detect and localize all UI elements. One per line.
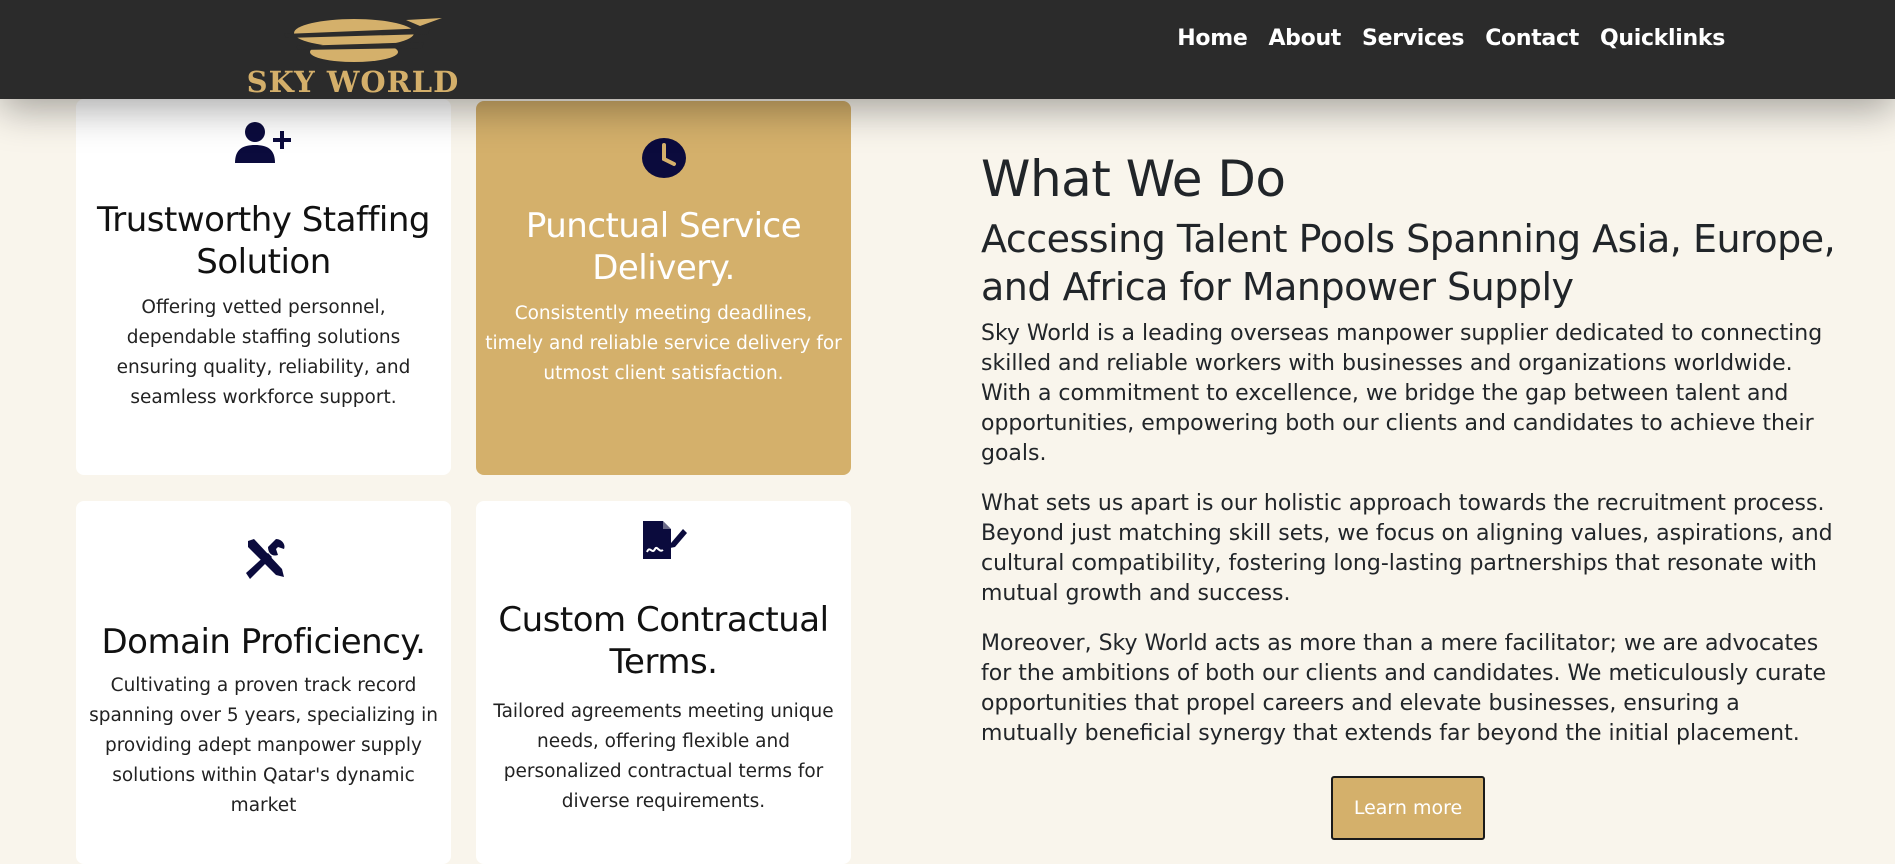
user-plus-icon [234, 122, 291, 163]
tools-icon [245, 539, 285, 579]
card-text: Cultivating a proven track record spanni… [89, 675, 438, 816]
section-subtitle: Accessing Talent Pools Spanning Asia, Eu… [981, 217, 1836, 309]
about-paragraph: What sets us apart is our holistic appro… [981, 491, 1833, 606]
nav-services[interactable]: Services [1362, 26, 1464, 51]
card-text: Tailored agreements meeting unique needs… [493, 701, 834, 812]
card-text: Consistently meeting deadlines, timely a… [485, 303, 842, 384]
card-title: Custom Contractual Terms. [498, 600, 829, 682]
nav-home[interactable]: Home [1177, 26, 1247, 51]
card-title: Punctual Service Delivery. [525, 206, 802, 288]
feature-card-staffing: Trustworthy Staffing Solution Offering v… [76, 99, 451, 475]
about-paragraph: Sky World is a leading overseas manpower… [981, 321, 1823, 466]
card-title: Domain Proficiency. [101, 622, 426, 662]
nav-quicklinks[interactable]: Quicklinks [1600, 26, 1725, 51]
nav-about[interactable]: About [1268, 26, 1341, 51]
feature-card-contract: Custom Contractual Terms. Tailored agree… [476, 501, 851, 864]
clock-icon [641, 138, 686, 178]
what-we-do-section: What We Do Accessing Talent Pools Spanni… [981, 145, 1841, 749]
section-title: What We Do [981, 150, 1286, 208]
navbar: SKY WORLD Home About Services Contact Qu… [0, 0, 1895, 99]
logo[interactable]: SKY WORLD [180, 14, 526, 99]
card-text: Offering vetted personnel, dependable st… [116, 297, 411, 408]
about-paragraph: Moreover, Sky World acts as more than a … [981, 631, 1827, 746]
card-title: Trustworthy Staffing Solution [96, 200, 431, 282]
file-signature-icon [642, 521, 687, 559]
feature-card-domain: Domain Proficiency. Cultivating a proven… [76, 501, 451, 864]
nav-contact[interactable]: Contact [1485, 26, 1579, 51]
feature-card-punctual: Punctual Service Delivery. Consistently … [476, 101, 851, 475]
learn-more-button[interactable]: Learn more [1331, 776, 1485, 840]
logo-text: SKY WORLD [246, 65, 460, 99]
main-nav: Home About Services Contact Quicklinks [1177, 26, 1725, 51]
